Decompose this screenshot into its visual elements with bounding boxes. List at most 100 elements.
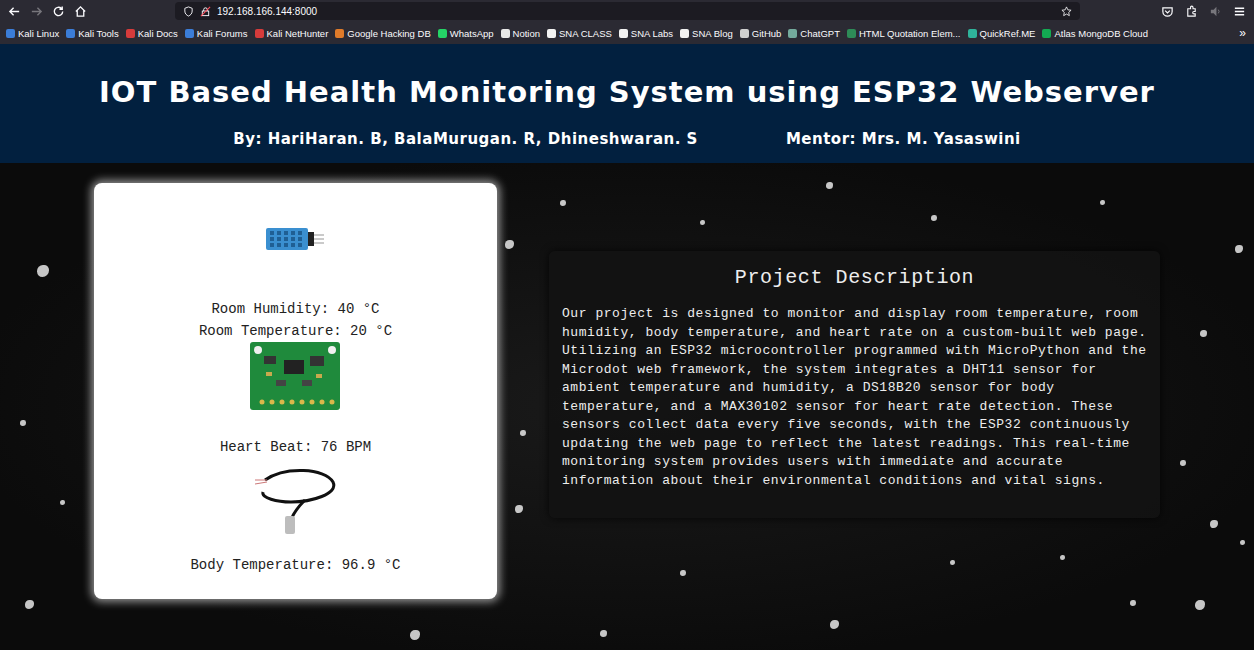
- snow-particle: [830, 620, 839, 629]
- home-icon[interactable]: [74, 5, 87, 18]
- bookmark-label: ChatGPT: [800, 28, 840, 39]
- shield-icon[interactable]: [183, 6, 194, 17]
- insecure-lock-icon[interactable]: [200, 6, 211, 17]
- bookmark-label: Atlas MongoDB Cloud: [1054, 28, 1147, 39]
- favicon-icon: [1042, 29, 1051, 38]
- snow-particle: [410, 630, 420, 640]
- forward-arrow-icon[interactable]: [30, 5, 43, 18]
- bookmark-label: QuickRef.ME: [980, 28, 1036, 39]
- menu-icon[interactable]: [1233, 5, 1246, 18]
- bookmark-item[interactable]: Notion: [501, 28, 540, 39]
- bookmark-item[interactable]: Google Hacking DB: [335, 28, 430, 39]
- favicon-icon: [501, 29, 510, 38]
- bookmark-item[interactable]: Kali Linux: [6, 28, 59, 39]
- page-body: Room Humidity: 40 °CRoom Temperature: 20…: [0, 163, 1254, 650]
- bookmark-item[interactable]: Kali Forums: [185, 28, 248, 39]
- description-title: Project Description: [562, 265, 1147, 291]
- snow-particle: [520, 430, 526, 436]
- favicon-icon: [680, 29, 689, 38]
- ds18b20-probe-icon: [245, 466, 345, 534]
- page-header: IOT Based Health Monitoring System using…: [0, 44, 1254, 163]
- navigation-buttons: [8, 5, 108, 18]
- bookmark-item[interactable]: SNA Blog: [680, 28, 733, 39]
- favicon-icon: [126, 29, 135, 38]
- favicon-icon: [968, 29, 977, 38]
- snow-particle: [1060, 555, 1065, 560]
- web-page: IOT Based Health Monitoring System using…: [0, 44, 1254, 650]
- bookmark-label: SNA Labs: [631, 28, 673, 39]
- sensor-reading: Body Temperature: 96.9 °C: [190, 554, 400, 576]
- snow-particle: [680, 570, 686, 576]
- favicon-icon: [788, 29, 797, 38]
- bookmark-star-icon[interactable]: [1061, 6, 1072, 17]
- dht11-sensor-icon: [266, 227, 324, 251]
- snow-particle: [826, 182, 833, 189]
- bookmark-label: Kali Docs: [138, 28, 178, 39]
- bookmark-label: Kali Linux: [18, 28, 59, 39]
- favicon-icon: [740, 29, 749, 38]
- bookmark-item[interactable]: Kali Tools: [66, 28, 119, 39]
- snow-particle: [505, 240, 514, 249]
- bookmark-item[interactable]: SNA Labs: [619, 28, 673, 39]
- bookmark-item[interactable]: HTML Quotation Elem...: [847, 28, 961, 39]
- snow-particle: [60, 500, 65, 505]
- bookmark-item[interactable]: SNA CLASS: [547, 28, 612, 39]
- favicon-icon: [438, 29, 447, 38]
- description-text: Our project is designed to monitor and d…: [562, 305, 1147, 490]
- bookmark-label: GitHub: [752, 28, 782, 39]
- extensions-icon[interactable]: [1185, 5, 1198, 18]
- authors-text: By: HariHaran. B, BalaMurugan. R, Dhines…: [233, 130, 698, 148]
- snow-particle: [1195, 600, 1205, 610]
- snow-particle: [560, 200, 566, 206]
- project-description-panel: Project Description Our project is design…: [549, 251, 1160, 518]
- snow-particle: [20, 420, 26, 426]
- sensor-reading: Room Temperature: 20 °C: [199, 320, 392, 342]
- favicon-icon: [847, 29, 856, 38]
- navigation-toolbar: 192.168.166.144:8000: [0, 0, 1254, 22]
- snow-particle: [1240, 540, 1245, 545]
- sensor-block: Heart Beat: 76 BPM: [220, 342, 371, 458]
- snow-particle: [25, 600, 34, 609]
- pocket-icon[interactable]: [1161, 5, 1174, 18]
- favicon-icon: [255, 29, 264, 38]
- snow-particle: [515, 505, 523, 513]
- favicon-icon: [619, 29, 628, 38]
- sensor-card: Room Humidity: 40 °CRoom Temperature: 20…: [94, 183, 497, 599]
- bookmark-item[interactable]: ChatGPT: [788, 28, 840, 39]
- bookmark-label: Notion: [513, 28, 540, 39]
- snow-particle: [1100, 200, 1105, 205]
- address-bar[interactable]: 192.168.166.144:8000: [175, 2, 1080, 20]
- favicon-icon: [6, 29, 15, 38]
- address-text[interactable]: 192.168.166.144:8000: [217, 6, 317, 17]
- snow-particle: [1130, 600, 1136, 606]
- bookmark-item[interactable]: Atlas MongoDB Cloud: [1042, 28, 1147, 39]
- snow-particle: [931, 215, 937, 221]
- snow-particle: [1235, 245, 1243, 253]
- bookmarks-list: Kali Linux Kali Tools Kali Docs Kali Forums…: [6, 28, 1231, 39]
- favicon-icon: [66, 29, 75, 38]
- snow-particle: [700, 220, 705, 225]
- bookmark-label: Google Hacking DB: [347, 28, 430, 39]
- page-title: IOT Based Health Monitoring System using…: [99, 73, 1155, 111]
- back-arrow-icon[interactable]: [8, 5, 21, 18]
- bookmark-item[interactable]: Kali Docs: [126, 28, 178, 39]
- favicon-icon: [185, 29, 194, 38]
- credits-row: By: HariHaran. B, BalaMurugan. R, Dhines…: [233, 130, 1020, 148]
- favicon-icon: [335, 29, 344, 38]
- reload-icon[interactable]: [52, 5, 65, 18]
- bookmark-item[interactable]: WhatsApp: [438, 28, 494, 39]
- sound-icon[interactable]: [1209, 5, 1222, 18]
- sensor-block: Room Humidity: 40 °CRoom Temperature: 20…: [199, 227, 392, 342]
- mentor-text: Mentor: Mrs. M. Yasaswini: [786, 130, 1021, 148]
- sensor-reading: Heart Beat: 76 BPM: [220, 436, 371, 458]
- bookmark-label: WhatsApp: [450, 28, 494, 39]
- browser-window: 192.168.166.144:8000 Kali Linux Kali Tools…: [0, 0, 1254, 650]
- bookmark-item[interactable]: Kali NetHunter: [255, 28, 329, 39]
- bookmark-item[interactable]: GitHub: [740, 28, 782, 39]
- bookmarks-overflow-button[interactable]: »: [1231, 26, 1246, 40]
- bookmark-label: Kali Tools: [78, 28, 119, 39]
- favicon-icon: [547, 29, 556, 38]
- snow-particle: [37, 265, 49, 277]
- snow-particle: [1180, 460, 1186, 466]
- bookmark-item[interactable]: QuickRef.ME: [968, 28, 1036, 39]
